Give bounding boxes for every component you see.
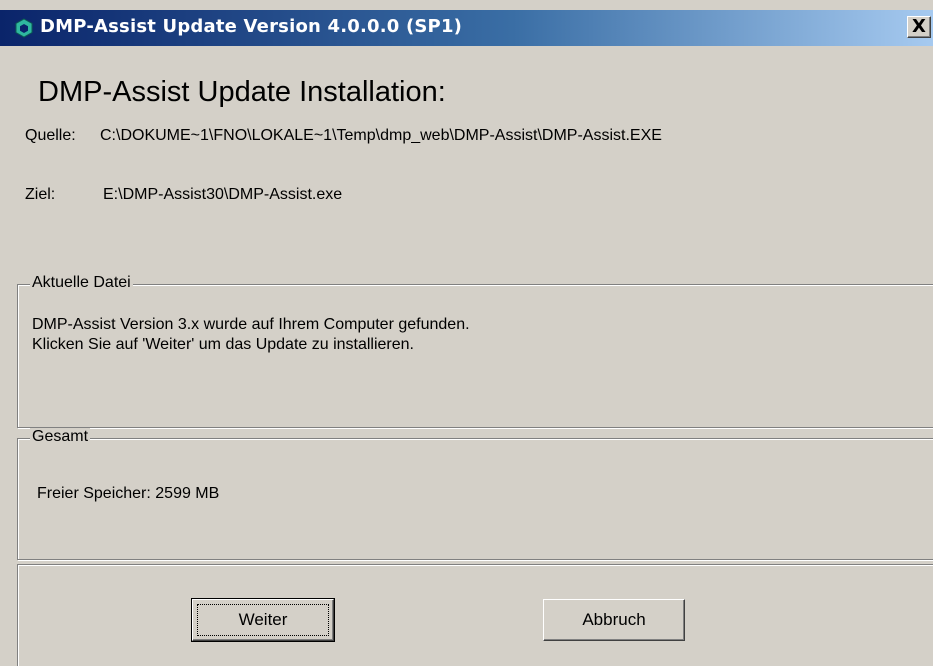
close-icon: X: [912, 16, 926, 37]
target-label: Ziel:: [25, 186, 56, 203]
cancel-button[interactable]: Abbruch: [543, 599, 685, 641]
total-group: Gesamt Freier Speicher: 2599 MB: [17, 428, 933, 560]
next-button[interactable]: Weiter: [191, 598, 335, 642]
source-path: C:\DOKUME~1\FNO\LOKALE~1\Temp\dmp_web\DM…: [100, 127, 662, 144]
current-file-message-line1: DMP-Assist Version 3.x wurde auf Ihrem C…: [32, 316, 470, 333]
hexagon-app-icon: [14, 18, 34, 38]
current-file-group: Aktuelle Datei DMP-Assist Version 3.x wu…: [17, 274, 933, 428]
window-title: DMP-Assist Update Version 4.0.0.0 (SP1): [40, 16, 463, 37]
button-panel: Weiter Abbruch: [17, 564, 933, 666]
page-title: DMP-Assist Update Installation:: [38, 76, 446, 108]
next-button-label: Weiter: [238, 610, 288, 629]
total-legend: Gesamt: [30, 428, 91, 446]
current-file-message-line2: Klicken Sie auf 'Weiter' um das Update z…: [32, 336, 414, 353]
cancel-button-label: Abbruch: [582, 610, 646, 629]
close-button[interactable]: X: [907, 16, 931, 38]
title-bar[interactable]: DMP-Assist Update Version 4.0.0.0 (SP1) …: [0, 10, 933, 46]
source-label: Quelle:: [25, 127, 76, 144]
target-path: E:\DMP-Assist30\DMP-Assist.exe: [103, 186, 343, 203]
current-file-legend: Aktuelle Datei: [30, 274, 133, 292]
update-dialog: DMP-Assist Update Version 4.0.0.0 (SP1) …: [0, 0, 933, 666]
free-space-text: Freier Speicher: 2599 MB: [37, 485, 220, 502]
